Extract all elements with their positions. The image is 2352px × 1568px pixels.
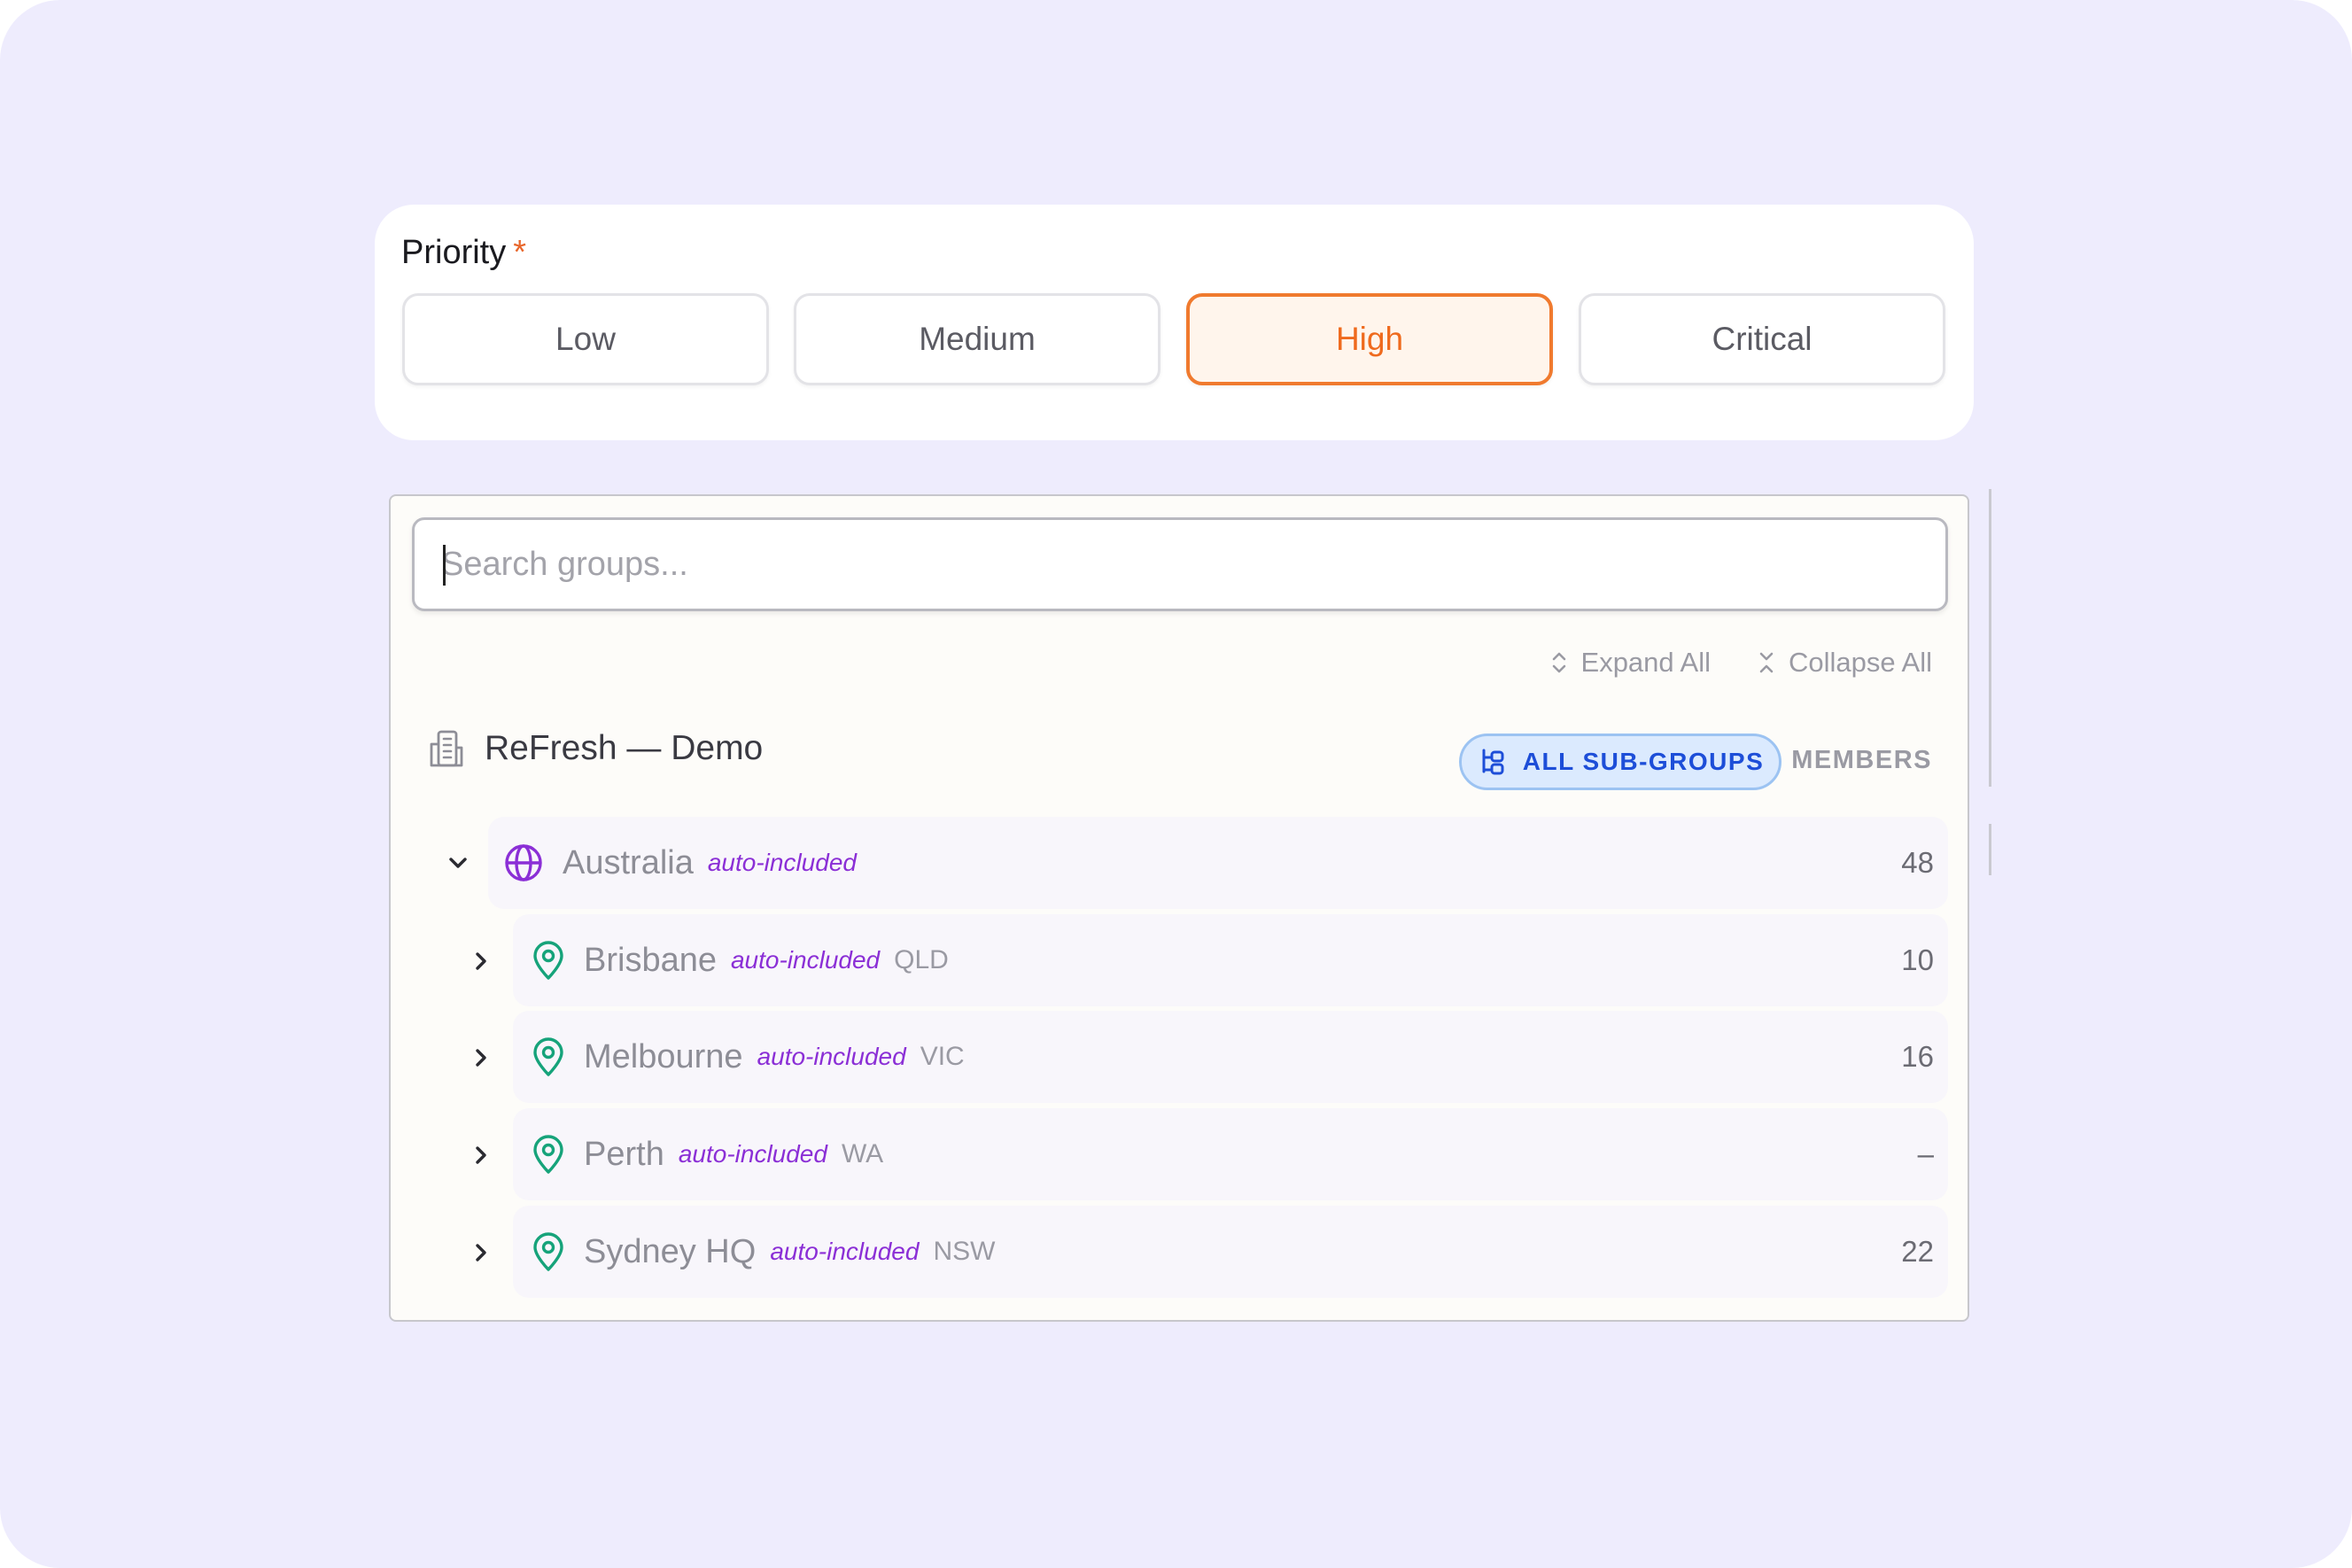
auto-included-tag: auto-included xyxy=(730,946,881,974)
region-code: NSW xyxy=(933,1237,996,1266)
priority-low-button[interactable]: Low xyxy=(402,293,769,385)
auto-included-tag: auto-included xyxy=(678,1140,827,1168)
auto-included-tag: auto-included xyxy=(707,849,857,876)
group-name: Melbourne xyxy=(584,1037,743,1075)
panel-edge-line xyxy=(1989,824,1991,875)
priority-medium-button[interactable]: Medium xyxy=(794,293,1160,385)
map-pin-icon xyxy=(533,941,563,980)
groups-panel: Expand All Collapse All ReFresh — Demo A… xyxy=(389,494,1969,1322)
region-code: QLD xyxy=(894,945,949,974)
collapse-all-button[interactable]: Collapse All xyxy=(1757,647,1932,679)
expand-icon xyxy=(1552,652,1565,673)
group-name: Australia xyxy=(563,843,694,881)
member-count: 48 xyxy=(1901,846,1934,879)
member-count: 10 xyxy=(1901,943,1934,976)
expand-all-button[interactable]: Expand All xyxy=(1549,647,1712,679)
chevron-right-icon[interactable] xyxy=(463,1040,499,1075)
priority-critical-button[interactable]: Critical xyxy=(1579,293,1945,385)
required-marker: * xyxy=(513,234,527,271)
group-row-perth[interactable]: Perth auto-included WA – xyxy=(513,1108,1948,1200)
building-icon xyxy=(430,730,463,767)
search-box[interactable] xyxy=(412,517,1948,611)
chevron-down-icon[interactable] xyxy=(440,845,476,881)
group-row-sydney-hq[interactable]: Sydney HQ auto-included NSW 22 xyxy=(513,1206,1948,1298)
group-name: Brisbane xyxy=(584,941,717,979)
members-column-header: MEMBERS xyxy=(1791,746,1932,774)
priority-card: Priority * Low Medium High Critical xyxy=(375,205,1974,440)
collapse-icon xyxy=(1759,652,1774,673)
collapse-all-label: Collapse All xyxy=(1789,647,1932,678)
priority-label-text: Priority xyxy=(401,234,507,271)
group-name: Sydney HQ xyxy=(584,1232,757,1270)
member-count: – xyxy=(1917,1137,1934,1170)
priority-label: Priority * xyxy=(401,234,526,272)
chevron-right-icon[interactable] xyxy=(463,1137,499,1173)
tree-actions: Expand All Collapse All xyxy=(1549,647,1932,679)
auto-included-tag: auto-included xyxy=(770,1238,920,1265)
priority-high-button[interactable]: High xyxy=(1186,293,1553,385)
all-subgroups-label: ALL SUB-GROUPS xyxy=(1522,748,1765,775)
hierarchy-icon xyxy=(1482,749,1504,775)
group-row-brisbane[interactable]: Brisbane auto-included QLD 10 xyxy=(513,914,1948,1006)
map-pin-icon xyxy=(533,1037,563,1076)
chevron-right-icon[interactable] xyxy=(463,943,499,979)
chevron-right-icon[interactable] xyxy=(463,1235,499,1270)
root-group-name: ReFresh — Demo xyxy=(485,729,764,767)
search-input[interactable] xyxy=(415,544,1945,585)
map-pin-icon xyxy=(533,1135,563,1174)
region-code: VIC xyxy=(920,1042,965,1071)
group-row-melbourne[interactable]: Melbourne auto-included VIC 16 xyxy=(513,1011,1948,1103)
root-group-row[interactable]: ReFresh — Demo xyxy=(428,728,763,769)
panel-edge-line xyxy=(1989,489,1991,787)
expand-all-label: Expand All xyxy=(1580,647,1712,678)
group-row-australia[interactable]: Australia auto-included 48 xyxy=(488,817,1948,909)
globe-icon xyxy=(505,844,542,881)
auto-included-tag: auto-included xyxy=(757,1043,906,1070)
text-caret xyxy=(443,545,446,586)
member-count: 16 xyxy=(1901,1040,1934,1073)
member-count: 22 xyxy=(1901,1235,1934,1268)
map-pin-icon xyxy=(533,1232,563,1271)
group-name: Perth xyxy=(584,1135,664,1173)
all-subgroups-badge[interactable]: ALL SUB-GROUPS xyxy=(1459,734,1781,790)
region-code: WA xyxy=(841,1139,884,1168)
